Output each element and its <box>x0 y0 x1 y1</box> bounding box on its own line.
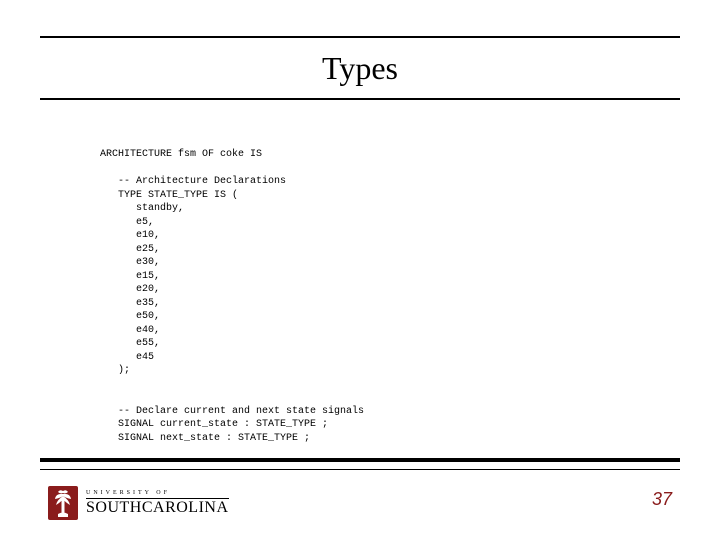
title-underline-rule <box>40 98 680 100</box>
page-number: 37 <box>652 489 672 510</box>
slide: Types ARCHITECTURE fsm OF coke IS -- Arc… <box>0 0 720 540</box>
code-block: ARCHITECTURE fsm OF coke IS -- Architect… <box>100 148 364 445</box>
logo-name: SOUTHCAROLINA <box>86 500 229 516</box>
footer-rule-thick <box>40 458 680 462</box>
logo-university-label: UNIVERSITY OF <box>86 490 229 496</box>
page-title: Types <box>0 50 720 87</box>
logo-text: UNIVERSITY OF SOUTHCAROLINA <box>86 490 229 516</box>
footer-logo: UNIVERSITY OF SOUTHCAROLINA <box>48 486 229 520</box>
palmetto-tree-icon <box>48 486 78 520</box>
top-rule <box>40 36 680 38</box>
footer-rule-thin <box>40 469 680 470</box>
